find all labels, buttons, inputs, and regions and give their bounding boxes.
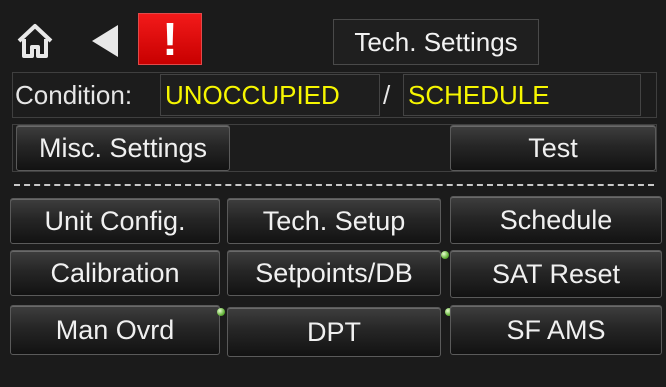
indicator-dot [441, 251, 449, 259]
condition-separator: / [383, 80, 391, 110]
page-title: Tech. Settings [333, 19, 539, 65]
divider [14, 184, 654, 186]
occupancy-status: UNOCCUPIED [160, 74, 380, 116]
schedule-button[interactable]: Schedule [450, 196, 662, 244]
man-ovrd-button[interactable]: Man Ovrd [10, 305, 220, 355]
unit-config-button[interactable]: Unit Config. [10, 198, 220, 244]
condition-label: Condition: [15, 80, 133, 110]
setpoints-db-button[interactable]: Setpoints/DB [227, 250, 441, 296]
mode-status: SCHEDULE [403, 74, 641, 116]
alert-symbol: ! [162, 13, 178, 65]
sf-ams-button[interactable]: SF AMS [450, 305, 662, 355]
home-icon[interactable] [14, 20, 56, 62]
alert-icon[interactable]: ! [138, 13, 202, 65]
dpt-button[interactable]: DPT [227, 307, 441, 357]
indicator-dot [217, 308, 225, 316]
misc-settings-button[interactable]: Misc. Settings [16, 125, 230, 171]
calibration-button[interactable]: Calibration [10, 250, 220, 296]
sat-reset-button[interactable]: SAT Reset [450, 250, 662, 298]
back-icon[interactable] [82, 20, 126, 62]
test-button[interactable]: Test [450, 125, 656, 171]
tech-setup-button[interactable]: Tech. Setup [227, 198, 441, 244]
